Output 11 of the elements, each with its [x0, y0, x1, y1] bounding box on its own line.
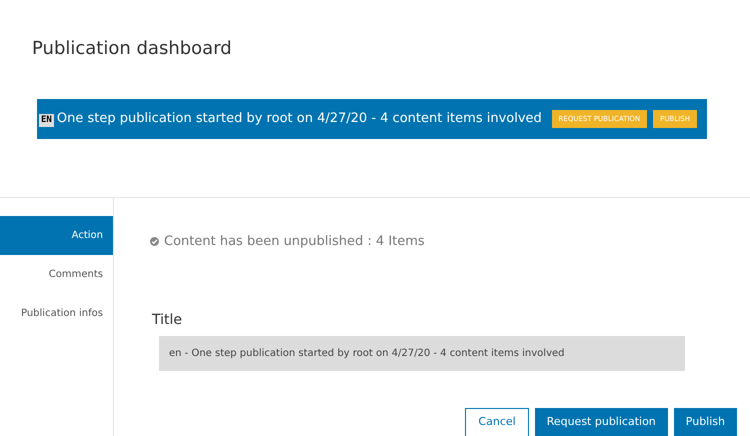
banner-text: One step publication started by root on 4/27/20 - 4 content items involved	[56, 110, 542, 128]
action-button[interactable]: Publish	[674, 408, 737, 436]
status-message: Content has been unpublished : 4 Items	[164, 233, 425, 251]
action-button[interactable]: Cancel	[465, 408, 529, 436]
title-field[interactable]: en - One step publication started by root on 4/27/20 - 4 content items involved	[159, 336, 685, 371]
sidebar-tab[interactable]: Action	[0, 216, 113, 255]
check-circle-icon	[150, 237, 159, 246]
action-button[interactable]: Request publication	[534, 408, 668, 436]
field-label: Title	[152, 310, 182, 330]
language-badge: EN	[39, 114, 54, 127]
page-title: Publication dashboard	[32, 38, 232, 60]
